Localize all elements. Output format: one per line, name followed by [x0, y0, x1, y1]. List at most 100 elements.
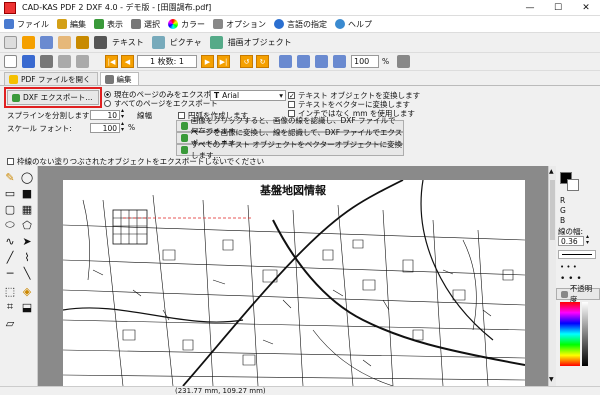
rectangle-icon[interactable]: ▭: [3, 186, 17, 200]
polygon-icon[interactable]: ⬠: [20, 218, 34, 232]
chevron-down-icon: ▾: [279, 91, 283, 100]
title-bar: CAD-KAS PDF 2 DXF 4.0 - デモ版 - [田園調布.pdf]…: [0, 0, 600, 16]
paint-bucket-icon[interactable]: ◈: [20, 284, 34, 298]
scale-percent-label: %: [128, 123, 136, 132]
opacity-button[interactable]: 不透明度: [556, 284, 600, 304]
font-select[interactable]: T Arial ▾: [210, 90, 286, 101]
page-trace-icon: [181, 134, 188, 142]
arrow-cursor-icon[interactable]: ➤: [20, 234, 34, 248]
draw-object-label[interactable]: 描画オブジェクト: [228, 37, 292, 48]
scale-font-spin-icon[interactable]: ▴ ▾: [121, 121, 124, 133]
text-tool-icon[interactable]: [76, 36, 89, 49]
window-title: CAD-KAS PDF 2 DXF 4.0 - デモ版 - [田園調布.pdf]: [22, 3, 212, 12]
menu-edit[interactable]: 編集: [57, 19, 86, 30]
menu-language[interactable]: 言語の指定: [274, 19, 327, 30]
pen-icon[interactable]: [397, 55, 411, 68]
eraser-icon[interactable]: ▱: [3, 316, 17, 330]
text-icon[interactable]: [94, 36, 107, 49]
picture-label[interactable]: ピクチャ: [170, 37, 202, 48]
main-toolbar: テキスト ピクチャ 描画オブジェクト: [0, 33, 600, 53]
wrench-icon: [213, 19, 223, 29]
menu-file[interactable]: ファイル: [4, 19, 49, 30]
rotate-right-icon[interactable]: ↻: [256, 55, 269, 68]
menu-bar: ファイル 編集 表示 選択 カラー オプション 言語の指定 ヘルプ: [0, 16, 600, 33]
picture-icon[interactable]: [151, 36, 165, 49]
menu-help[interactable]: ヘルプ: [335, 19, 372, 30]
text-label[interactable]: テキスト: [112, 37, 144, 48]
rounded-rect-icon[interactable]: ▢: [3, 202, 17, 216]
fit-width-icon[interactable]: [297, 55, 310, 68]
polyline-icon[interactable]: ⌇: [20, 250, 34, 264]
open-folder-icon: [9, 74, 18, 84]
marquee-select-icon[interactable]: ⬚: [3, 284, 17, 298]
page-indicator[interactable]: 1 枚数: 1: [137, 55, 197, 68]
dot-size-small[interactable]: • • •: [560, 263, 577, 271]
scroll-down-icon[interactable]: ▼: [549, 376, 554, 383]
oval-icon[interactable]: ⬭: [3, 218, 17, 232]
horizontal-line-icon[interactable]: ─: [3, 266, 17, 280]
close-button[interactable]: ✕: [572, 0, 600, 16]
line-width-spin-icon[interactable]: ▴ ▾: [586, 234, 589, 246]
save-icon[interactable]: [22, 55, 35, 68]
new-document-icon[interactable]: [4, 55, 17, 68]
zoom-tool-icon[interactable]: [40, 36, 53, 49]
zoom-input[interactable]: 100: [351, 55, 379, 68]
line-icon[interactable]: ╱: [3, 250, 17, 264]
last-page-button[interactable]: ▶|: [217, 55, 230, 68]
zoom-in-icon[interactable]: [315, 55, 328, 68]
spline-spin-icon[interactable]: ▴ ▾: [121, 108, 124, 120]
draw-object-icon[interactable]: [209, 36, 223, 49]
transform-icon[interactable]: ⬓: [20, 300, 34, 314]
hand-icon[interactable]: [58, 36, 71, 49]
menu-color[interactable]: カラー: [168, 19, 205, 30]
undo-arrow-icon[interactable]: [58, 55, 71, 68]
scale-font-input[interactable]: 100: [90, 123, 120, 133]
rotate-left-icon[interactable]: ↺: [240, 55, 253, 68]
trace-icon: [181, 122, 188, 130]
scroll-thumb[interactable]: [550, 180, 555, 240]
previous-page-button[interactable]: ◀: [121, 55, 134, 68]
maximize-button[interactable]: ☐: [544, 0, 572, 16]
crop-icon[interactable]: ⌗: [3, 300, 17, 314]
grid-icon[interactable]: ▦: [20, 202, 34, 216]
spline-label: スプラインを分割します:: [7, 111, 93, 120]
map-page[interactable]: 基盤地図情報: [63, 180, 525, 386]
dxf-export-button[interactable]: DXF エクスポート...: [4, 87, 102, 108]
select-tool-icon[interactable]: [22, 36, 35, 49]
background-color-swatch[interactable]: [567, 179, 579, 191]
menu-select[interactable]: 選択: [131, 19, 160, 30]
help-icon: [335, 19, 345, 29]
next-page-button[interactable]: ▶: [201, 55, 214, 68]
redo-arrow-icon[interactable]: [76, 55, 89, 68]
spline-input[interactable]: 10: [90, 110, 120, 120]
first-page-button[interactable]: |◀: [105, 55, 118, 68]
minimize-button[interactable]: —: [516, 0, 544, 16]
vertical-scrollbar[interactable]: ▲ ▼: [548, 166, 556, 386]
color-spectrum[interactable]: [560, 302, 580, 366]
ellipse-icon[interactable]: ◯: [20, 170, 34, 184]
text-to-vector-button[interactable]: すべてのテキスト オブジェクトをベクターオブジェクトに変換します...: [176, 140, 404, 160]
scroll-up-icon[interactable]: ▲: [549, 168, 554, 175]
export-panel: DXF エクスポート... 現在のページのみをエクスポートします すべてのページ…: [0, 86, 600, 166]
pointer-icon[interactable]: [4, 36, 17, 49]
line-style-solid[interactable]: [558, 250, 596, 259]
line-width-input[interactable]: 0.36: [558, 236, 584, 246]
scale-font-label: スケール フォント:: [7, 124, 72, 133]
menu-view[interactable]: 表示: [94, 19, 123, 30]
tab-edit[interactable]: 編集: [99, 72, 139, 85]
zoom-out-icon[interactable]: [333, 55, 346, 68]
pencil-icon[interactable]: ✎: [3, 170, 17, 184]
fit-page-icon[interactable]: [279, 55, 292, 68]
document-canvas[interactable]: 基盤地図情報: [38, 166, 548, 386]
status-bar: (231.77 mm, 109.27 mm): [0, 386, 600, 395]
tab-open-pdf[interactable]: PDF ファイルを開く: [4, 72, 98, 85]
menu-options[interactable]: オプション: [213, 19, 266, 30]
diagonal-line-icon[interactable]: ╲: [20, 266, 34, 280]
brightness-slider[interactable]: [582, 302, 588, 366]
print-icon[interactable]: [40, 55, 53, 68]
edit-pen-icon: [104, 74, 114, 84]
filled-square-icon[interactable]: ■: [20, 186, 34, 200]
tab-bar: PDF ファイルを開く 編集: [0, 71, 600, 86]
curve-icon[interactable]: ∿: [3, 234, 17, 248]
globe-icon: [274, 19, 284, 29]
